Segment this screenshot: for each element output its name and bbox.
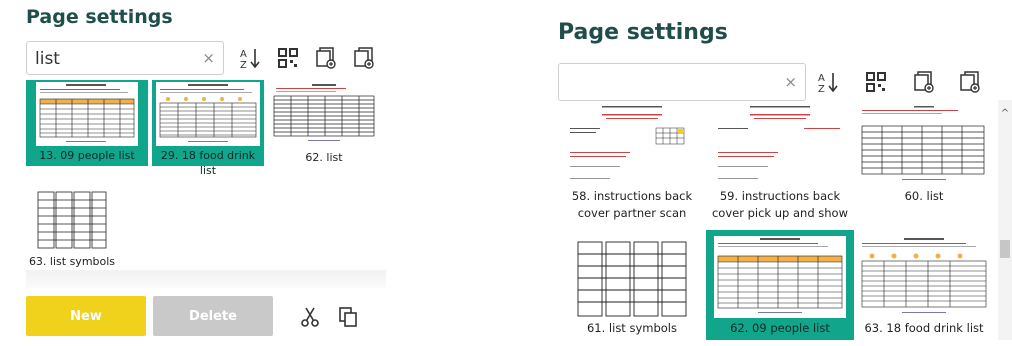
page-tile-label: 63. 18 food drink list xyxy=(864,321,984,335)
search-field[interactable]: × xyxy=(26,41,224,76)
page-tile[interactable]: 59. instructions back cover pick up and … xyxy=(706,100,854,225)
page-tile[interactable]: 29. 18 food drink list xyxy=(152,80,264,177)
page-title: Page settings xyxy=(26,6,173,28)
page-thumbnail xyxy=(272,82,376,146)
add-page-icon[interactable] xyxy=(912,70,936,94)
page-settings-panel-left: Page settings × AZ xyxy=(0,0,396,346)
page-tile-label: 62. 09 people list xyxy=(730,321,830,335)
page-tile-label: 58. instructions back cover partner scan xyxy=(571,189,693,220)
page-thumbnail xyxy=(858,104,990,184)
svg-text:Z: Z xyxy=(240,60,247,70)
page-tile[interactable]: 58. instructions back cover partner scan xyxy=(558,100,706,225)
delete-button[interactable]: Delete xyxy=(153,296,273,336)
sort-az-icon[interactable]: AZ xyxy=(816,70,840,95)
page-tile[interactable]: 13. 09 people list xyxy=(26,80,148,166)
clear-search-icon[interactable]: × xyxy=(784,73,797,91)
page-tile[interactable]: 62. list xyxy=(270,80,378,166)
page-tile-label: 29. 18 food drink list xyxy=(160,149,256,177)
page-thumbnail xyxy=(566,104,698,184)
svg-text:A: A xyxy=(240,49,247,60)
page-thumbnail-grid: 58. instructions back cover partner scan… xyxy=(558,100,998,340)
page-tile[interactable]: 61. list symbols xyxy=(558,230,706,340)
page-tile[interactable]: 62. 09 people list xyxy=(706,230,854,340)
page-thumbnail xyxy=(714,236,846,318)
page-tile-label: 60. list xyxy=(904,189,944,203)
qr-code-icon[interactable] xyxy=(276,46,300,70)
search-input[interactable] xyxy=(565,64,766,102)
clear-search-icon[interactable]: × xyxy=(202,49,215,67)
grid-scrollbar[interactable]: ^ xyxy=(998,100,1012,340)
scissors-icon[interactable] xyxy=(298,305,322,329)
page-thumbnail xyxy=(714,104,846,184)
add-page-icon[interactable] xyxy=(314,46,338,70)
page-settings-panel-right: Page settings × AZ 58. instructions back… xyxy=(550,0,1012,346)
search-input[interactable] xyxy=(33,42,194,76)
svg-text:Z: Z xyxy=(818,84,825,94)
scroll-up-arrow[interactable]: ^ xyxy=(998,108,1012,119)
page-thumbnail xyxy=(36,82,138,146)
page-thumbnail xyxy=(156,82,260,146)
page-tile[interactable]: 63. list symbols xyxy=(26,186,118,270)
copy-icon[interactable] xyxy=(336,305,360,329)
page-thumbnail xyxy=(858,236,990,318)
page-tile-label: 62. list xyxy=(305,151,343,164)
svg-text:A: A xyxy=(818,73,825,84)
page-tile[interactable]: 60. list xyxy=(854,100,994,225)
grid-bottom-fade xyxy=(26,270,386,288)
page-title: Page settings xyxy=(558,20,728,45)
search-field[interactable]: × xyxy=(558,63,806,102)
page-thumbnail xyxy=(576,238,688,318)
new-button[interactable]: New xyxy=(26,296,146,336)
scrollbar-thumb[interactable] xyxy=(1000,240,1010,258)
page-thumbnail-grid: 13. 09 people list 29. 18 food drink lis… xyxy=(26,80,396,270)
add-page-copy-icon[interactable] xyxy=(958,70,982,94)
page-tile-label: 63. list symbols xyxy=(28,255,116,268)
page-thumbnail xyxy=(36,188,108,250)
page-tile-label: 59. instructions back cover pick up and … xyxy=(711,189,848,220)
page-tile[interactable]: 63. 18 food drink list xyxy=(854,230,994,340)
page-tile-label: 13. 09 people list xyxy=(39,149,135,162)
qr-code-icon[interactable] xyxy=(864,70,888,94)
page-tile-label: 61. list symbols xyxy=(586,321,677,335)
add-page-copy-icon[interactable] xyxy=(352,46,376,70)
sort-az-icon[interactable]: AZ xyxy=(238,46,262,71)
